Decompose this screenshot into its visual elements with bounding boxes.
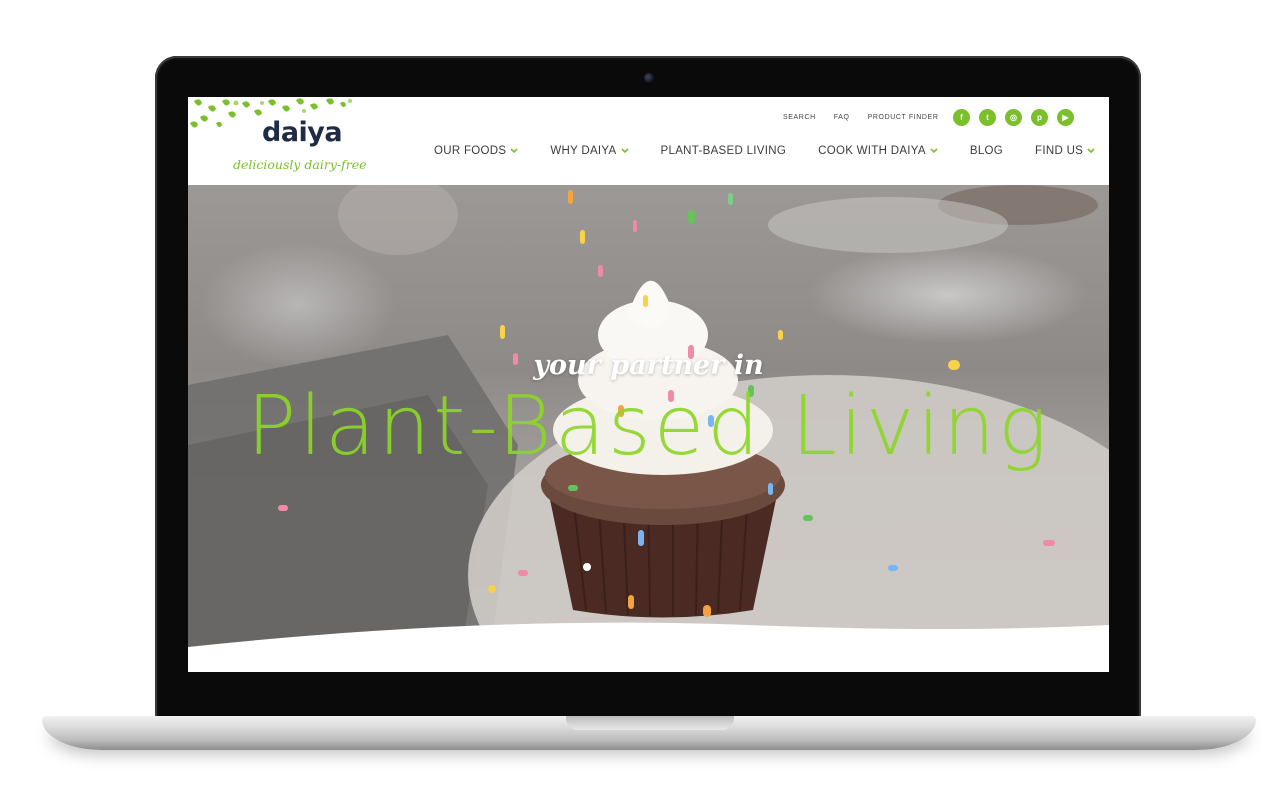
nav-cook-with-daiya[interactable]: COOK WITH DAIYA <box>818 145 938 157</box>
site-tagline: deliciously dairy-free <box>233 157 367 172</box>
nav-why-daiya[interactable]: WHY DAIYA <box>550 145 629 157</box>
hero-banner: your partner in Plant-Based Living <box>188 185 1109 672</box>
chevron-down-icon <box>1087 148 1095 154</box>
nav-label: COOK WITH DAIYA <box>818 145 926 157</box>
nav-label: WHY DAIYA <box>550 145 617 157</box>
nav-label: FIND US <box>1035 145 1084 157</box>
social-links: f t ◎ p ▶ <box>953 109 1074 126</box>
search-link[interactable]: SEARCH <box>783 114 816 121</box>
chevron-down-icon <box>510 148 518 154</box>
instagram-icon[interactable]: ◎ <box>1005 109 1022 126</box>
product-finder-link[interactable]: PRODUCT FINDER <box>868 114 939 121</box>
hero-title: Plant-Based Living <box>246 379 1051 474</box>
chevron-down-icon <box>930 148 938 154</box>
laptop-mockup: daiya deliciously dairy-free SEARCH FAQ … <box>0 0 1280 800</box>
twitter-icon[interactable]: t <box>979 109 996 126</box>
nav-plant-based-living[interactable]: PLANT-BASED LIVING <box>661 145 787 157</box>
hero-subtitle: your partner in <box>533 350 764 381</box>
youtube-icon[interactable]: ▶ <box>1057 109 1074 126</box>
utility-nav: SEARCH FAQ PRODUCT FINDER <box>783 114 938 121</box>
nav-blog[interactable]: BLOG <box>970 145 1003 157</box>
nav-label: BLOG <box>969 145 1004 157</box>
chevron-down-icon <box>620 148 629 154</box>
site-logo[interactable]: daiya <box>262 117 343 148</box>
webcam <box>644 73 654 83</box>
nav-find-us[interactable]: FIND US <box>1035 145 1095 157</box>
site-header: daiya deliciously dairy-free SEARCH FAQ … <box>188 97 1109 185</box>
pinterest-icon[interactable]: p <box>1031 109 1048 126</box>
main-nav: OUR FOODS WHY DAIYA PLANT-BASED LIVING C… <box>434 145 1095 157</box>
website-screen: daiya deliciously dairy-free SEARCH FAQ … <box>188 97 1109 672</box>
nav-label: PLANT-BASED LIVING <box>660 145 787 157</box>
nav-label: OUR FOODS <box>434 145 507 157</box>
faq-link[interactable]: FAQ <box>834 114 850 121</box>
facebook-icon[interactable]: f <box>953 109 970 126</box>
nav-our-foods[interactable]: OUR FOODS <box>434 145 518 157</box>
laptop-notch <box>566 716 734 730</box>
